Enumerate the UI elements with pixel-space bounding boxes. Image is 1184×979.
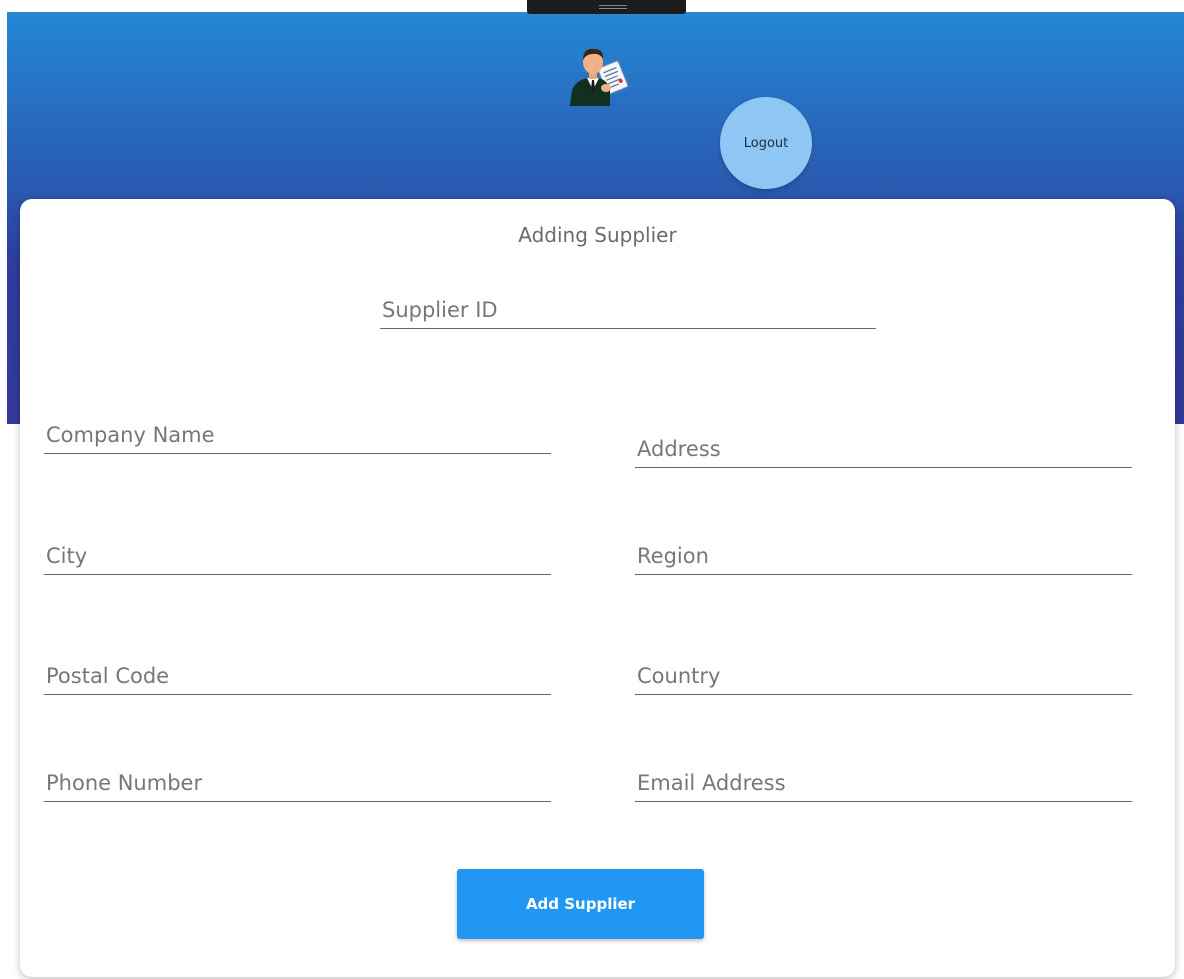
address-input[interactable]	[635, 437, 1136, 461]
postal-code-field-wrapper	[44, 655, 555, 695]
company-name-input[interactable]	[44, 423, 555, 447]
city-field-wrapper	[44, 535, 555, 575]
phone-number-field-wrapper	[44, 762, 555, 802]
logout-button[interactable]: Logout	[720, 97, 812, 189]
company-name-field-wrapper	[44, 414, 555, 454]
window-drag-handle[interactable]	[527, 0, 686, 14]
region-field-wrapper	[635, 535, 1136, 575]
app-page: Logout Adding Supplier A	[0, 0, 1184, 979]
country-input[interactable]	[635, 664, 1136, 688]
city-input[interactable]	[44, 544, 555, 568]
add-supplier-button[interactable]: Add Supplier	[457, 869, 704, 939]
supplier-id-field-wrapper	[380, 289, 880, 329]
supplier-id-input[interactable]	[380, 298, 880, 322]
country-field-wrapper	[635, 655, 1136, 695]
form-card: Adding Supplier Add Supplier	[20, 199, 1175, 977]
address-field-wrapper	[635, 428, 1136, 468]
page-title: Adding Supplier	[518, 223, 677, 247]
email-address-input[interactable]	[635, 771, 1136, 795]
region-input[interactable]	[635, 544, 1136, 568]
postal-code-input[interactable]	[44, 664, 555, 688]
businessman-with-document-icon	[568, 46, 632, 106]
email-address-field-wrapper	[635, 762, 1136, 802]
phone-number-input[interactable]	[44, 771, 555, 795]
